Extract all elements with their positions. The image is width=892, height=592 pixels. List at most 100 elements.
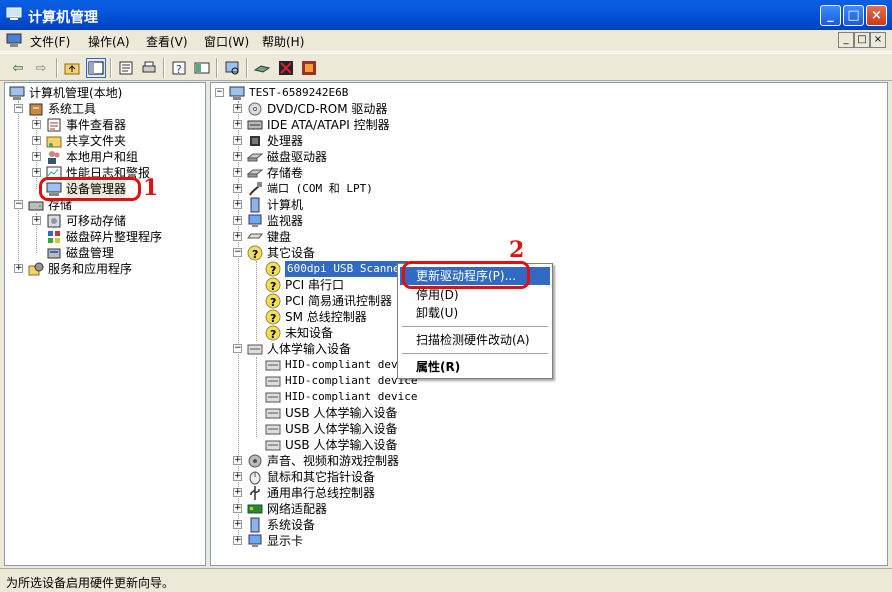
close-button[interactable]: × <box>866 5 887 26</box>
users-icon <box>48 151 60 164</box>
svg-text:?: ? <box>270 280 276 293</box>
expand-icon[interactable]: + <box>233 120 242 129</box>
console-icon[interactable] <box>192 58 212 78</box>
toolbar-separator <box>216 58 218 78</box>
sound-icon <box>248 454 262 468</box>
expand-icon[interactable]: + <box>32 136 41 145</box>
disable-device-icon[interactable] <box>299 58 319 78</box>
services-icon <box>28 262 44 276</box>
collapse-icon[interactable]: − <box>233 248 242 257</box>
expand-icon[interactable]: + <box>32 216 41 225</box>
expand-icon[interactable]: + <box>233 104 242 113</box>
toolbar-separator <box>163 58 165 78</box>
menu-item-properties[interactable]: 属性(R) <box>400 358 550 376</box>
menu-separator <box>402 326 548 327</box>
port-icon <box>249 182 262 196</box>
expand-icon[interactable]: + <box>233 520 242 529</box>
hid-icon <box>265 408 281 419</box>
back-arrow-icon[interactable]: ⇦ <box>8 58 28 78</box>
monitor-icon <box>248 214 262 227</box>
shared-folder-icon <box>46 136 62 148</box>
annotation-ring-1 <box>39 177 141 201</box>
print-icon[interactable] <box>139 58 159 78</box>
svg-text:?: ? <box>252 248 258 261</box>
expand-icon[interactable]: + <box>233 456 242 465</box>
expand-icon[interactable]: + <box>32 168 41 177</box>
expand-icon[interactable]: + <box>233 488 242 497</box>
hid-icon <box>265 376 281 387</box>
unknown-device-icon: ? <box>265 325 281 341</box>
menu-view[interactable]: 查看(V) <box>146 33 188 50</box>
toolbar: ⇦ ⇨ ? <box>0 53 892 81</box>
svg-text:?: ? <box>270 328 276 341</box>
defrag-icon <box>48 231 60 243</box>
mdi-minimize-button[interactable]: _ <box>838 32 854 48</box>
window-title: 计算机管理 <box>28 10 98 26</box>
svg-text:?: ? <box>176 63 182 76</box>
uninstall-icon[interactable] <box>276 58 296 78</box>
dvd-drive-icon <box>248 102 262 116</box>
computer-management-icon <box>9 86 25 100</box>
expand-icon[interactable]: + <box>233 536 242 545</box>
svg-text:?: ? <box>270 312 276 325</box>
hid-icon <box>265 440 281 451</box>
toolbar-separator <box>110 58 112 78</box>
minimize-button[interactable]: _ <box>820 5 841 26</box>
expand-icon[interactable]: + <box>233 152 242 161</box>
expand-icon[interactable]: + <box>233 200 242 209</box>
unknown-device-icon: ? <box>247 245 263 261</box>
maximize-button[interactable]: □ <box>843 5 864 26</box>
toolbar-separator <box>56 58 58 78</box>
show-hide-tree-icon[interactable] <box>86 58 106 78</box>
menu-file[interactable]: 文件(F) <box>30 33 70 50</box>
mdi-restore-button[interactable]: □ <box>854 32 870 48</box>
expand-icon[interactable]: + <box>233 184 242 193</box>
help-icon[interactable]: ? <box>169 58 189 78</box>
usb-icon <box>250 486 260 500</box>
collapse-icon[interactable]: − <box>14 104 23 113</box>
menu-item-uninstall[interactable]: 卸载(U) <box>400 304 550 322</box>
menu-help[interactable]: 帮助(H) <box>262 33 304 50</box>
display-adapter-icon <box>248 534 262 547</box>
disk-drive-icon <box>247 153 263 162</box>
menu-item-scan-hardware[interactable]: 扫描检测硬件改动(A) <box>400 331 550 349</box>
ide-controller-icon <box>247 120 263 130</box>
title-bar[interactable]: 计算机管理 _ □ × <box>0 0 892 30</box>
event-viewer-icon <box>47 118 61 132</box>
expand-icon[interactable]: + <box>233 504 242 513</box>
expand-icon[interactable]: + <box>233 136 242 145</box>
properties-icon[interactable] <box>116 58 136 78</box>
system-tools-icon <box>29 103 43 116</box>
expand-icon[interactable]: + <box>233 168 242 177</box>
menu-action[interactable]: 操作(A) <box>88 33 130 50</box>
forward-arrow-icon[interactable]: ⇨ <box>31 58 51 78</box>
collapse-icon[interactable]: − <box>215 88 224 97</box>
toolbar-separator <box>246 58 248 78</box>
scan-hardware-icon[interactable] <box>222 58 242 78</box>
system-devices-icon <box>250 517 260 533</box>
expand-icon[interactable]: + <box>32 120 41 129</box>
mdi-close-button[interactable]: × <box>870 32 886 48</box>
hid-icon <box>265 392 281 403</box>
hid-icon <box>265 360 281 371</box>
app-menu-icon[interactable] <box>6 33 22 48</box>
unknown-device-icon: ? <box>265 277 281 293</box>
collapse-icon[interactable]: − <box>14 200 23 209</box>
unknown-device-icon: ? <box>265 293 281 309</box>
expand-icon[interactable]: + <box>233 232 242 241</box>
console-tree-pane[interactable]: 计算机管理(本地) − 系统工具 + 事件查看器 + 共享文件夹 + 本地用户和… <box>4 82 206 566</box>
hid-icon <box>247 344 263 355</box>
update-driver-icon[interactable] <box>252 58 272 78</box>
expand-icon[interactable]: + <box>233 216 242 225</box>
menu-window[interactable]: 窗口(W) <box>204 33 249 50</box>
annotation-ring-2 <box>402 261 530 289</box>
expand-icon[interactable]: + <box>32 152 41 161</box>
processor-icon <box>250 136 260 146</box>
status-text: 为所选设备启用硬件更新向导。 <box>6 576 175 590</box>
collapse-icon[interactable]: − <box>233 344 242 353</box>
up-folder-icon[interactable] <box>62 58 82 78</box>
expand-icon[interactable]: + <box>14 264 23 273</box>
menu-separator <box>402 353 548 354</box>
mouse-icon <box>249 471 261 485</box>
expand-icon[interactable]: + <box>233 472 242 481</box>
